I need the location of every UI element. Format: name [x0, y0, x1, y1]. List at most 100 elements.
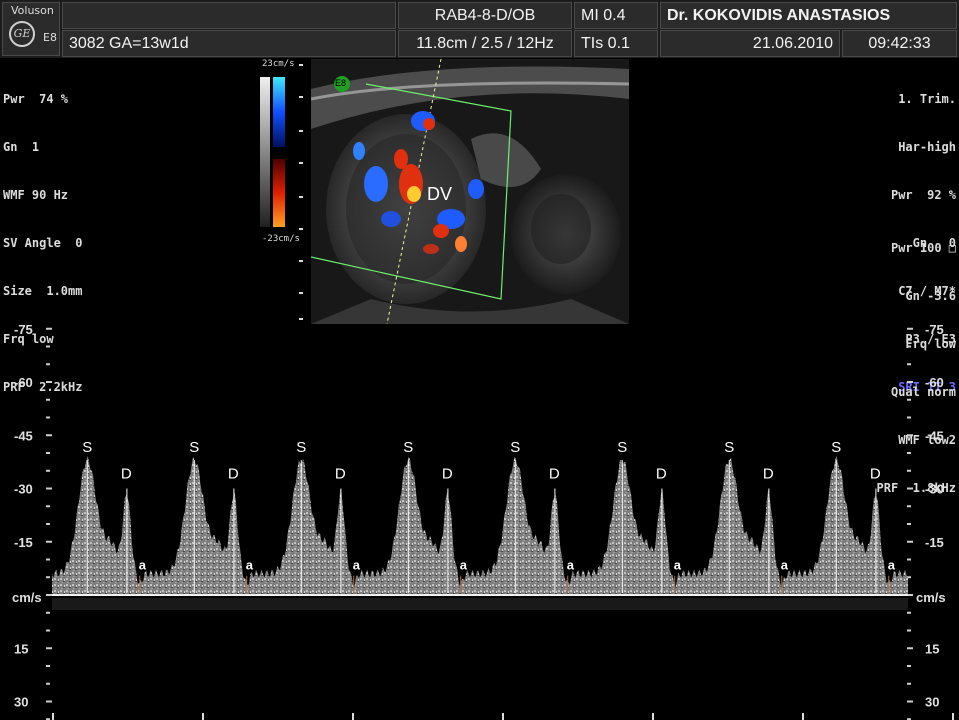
e8-badge: E8: [335, 78, 347, 88]
scale-tick-right: [907, 682, 911, 685]
s-peak-label: S: [831, 439, 841, 456]
time-tick: [352, 713, 354, 720]
header-blank-cell: [62, 2, 396, 29]
scale-label-left: -60: [14, 375, 33, 390]
param-pwr: Pwr 74 %: [3, 92, 69, 106]
scale-tick-left: [46, 611, 50, 614]
scale-tick-right: [907, 665, 911, 667]
time-tick: [502, 713, 504, 720]
scale-tick-left: [46, 647, 52, 650]
a-wave-label: a: [888, 558, 896, 573]
header-bar: Voluson GE E8 3082 GA=13w1d RAB4-8-D/OB …: [0, 0, 959, 58]
scale-tick-left: [46, 469, 50, 472]
scale-tick-right: [907, 611, 911, 614]
d-peak-label: D: [549, 466, 560, 483]
s-peak-label: S: [724, 439, 734, 456]
depth-info: 11.8cm / 2.5 / 12Hz: [398, 30, 572, 57]
s-peak-label: S: [510, 439, 520, 456]
d-peak-label: D: [442, 466, 453, 483]
scale-tick-left: [46, 594, 52, 596]
scale-tick-left: [46, 540, 52, 543]
scale-tick-left: [46, 665, 50, 667]
scale-tick-left: [46, 363, 50, 366]
scale-label-right: -45: [925, 428, 944, 443]
dv-label: DV: [427, 184, 453, 204]
d-peak-label: D: [228, 466, 239, 483]
scale-tick-right: [907, 647, 913, 650]
scale-tick-right: [907, 434, 913, 437]
scale-tick-right: [907, 398, 911, 401]
param-harmonic: Har-high: [898, 140, 956, 154]
scale-label-left: -75: [14, 322, 33, 337]
s-peak-label: S: [617, 439, 627, 456]
scale-tick-left: [46, 700, 52, 703]
scale-tick-left: [46, 629, 50, 632]
param-pwr-pw: Pwr 100 □: [890, 241, 956, 255]
scale-tick-right: [907, 416, 911, 419]
scale-tick-right: [907, 363, 911, 366]
scale-tick-left: [46, 505, 50, 508]
scale-tick-right: [907, 469, 911, 472]
time-tick: [802, 713, 804, 720]
scale-label-right: 15: [925, 641, 939, 656]
d-peak-label: D: [656, 466, 667, 483]
s-peak-label: S: [296, 439, 306, 456]
ge-logo: Voluson GE E8: [2, 2, 60, 56]
scale-tick-right: [907, 381, 913, 383]
scale-tick-left: [46, 416, 50, 419]
scale-tick-left: [46, 523, 50, 525]
scale-label-right: -75: [925, 322, 944, 337]
ge-logo-icon: GE: [9, 21, 35, 47]
s-peak-label: S: [189, 439, 199, 456]
bmode-image-panel[interactable]: E8 DV: [311, 59, 629, 324]
a-wave-label: a: [353, 558, 361, 573]
scale-tick-right: [907, 523, 911, 525]
a-wave-label: a: [246, 558, 254, 573]
scale-label-left: -30: [14, 482, 33, 497]
time-tick: [952, 713, 954, 720]
time-tick: [202, 713, 204, 720]
brand-label: Voluson: [11, 4, 54, 17]
d-peak-label: D: [870, 466, 881, 483]
scale-tick-left: [46, 327, 52, 330]
color-scale-top-label: 23cm/s: [262, 59, 295, 69]
scale-label-left: -45: [14, 428, 33, 443]
scale-tick-right: [907, 452, 911, 454]
scale-label-right: -30: [925, 482, 944, 497]
d-peak-label: D: [763, 466, 774, 483]
param-sv-angle: SV Angle 0: [3, 236, 83, 250]
scale-unit-left: cm/s: [12, 590, 42, 605]
scale-tick-left: [46, 345, 50, 348]
doppler-spectrum: [52, 455, 908, 595]
scale-label-right: -15: [925, 535, 944, 550]
scale-label-right: -60: [925, 375, 944, 390]
s-peak-label: S: [82, 439, 92, 456]
a-wave-label: a: [781, 558, 789, 573]
scale-tick-right: [907, 487, 913, 490]
exam-date: 21.06.2010: [660, 30, 840, 57]
scale-tick-right: [907, 700, 913, 703]
scale-tick-right: [907, 629, 911, 632]
scale-tick-left: [46, 682, 50, 685]
scale-tick-left: [46, 398, 50, 401]
scale-label-left: -15: [14, 535, 33, 550]
doctor-name: Dr. KOKOVIDIS ANASTASIOS: [660, 2, 957, 29]
scale-label-right: 30: [925, 695, 939, 710]
param-trimester: 1. Trim.: [898, 92, 956, 106]
scale-tick-right: [907, 345, 911, 348]
doppler-mirror-noise: [52, 598, 908, 610]
scale-label-left: 15: [14, 641, 28, 656]
scale-tick-right: [907, 558, 911, 561]
exam-time: 09:42:33: [842, 30, 957, 57]
scale-tick-left: [46, 487, 52, 490]
scale-tick-right: [907, 540, 913, 543]
scale-tick-left: [46, 381, 52, 383]
d-peak-label: D: [121, 466, 132, 483]
param-gn-pw: Gn -3.6: [905, 289, 956, 303]
a-wave-label: a: [674, 558, 682, 573]
scale-label-left: 30: [14, 695, 28, 710]
spectral-doppler-trace[interactable]: -75 -75 -60 -60 -45 -45 -30 -30 -15 -15 15 15 30 30 S D…: [0, 320, 959, 720]
time-tick: [52, 713, 54, 720]
probe-label: RAB4-8-D/OB: [398, 2, 572, 29]
param-wmf: WMF 90 Hz: [3, 188, 69, 202]
